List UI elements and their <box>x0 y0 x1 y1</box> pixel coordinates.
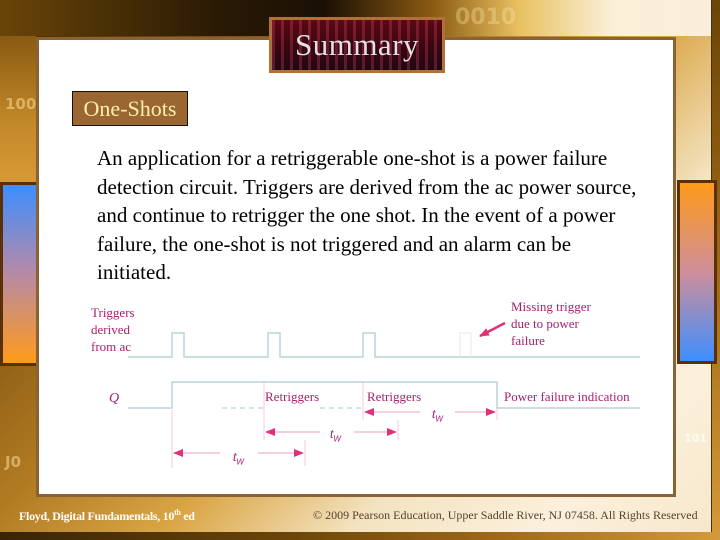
footer-book-credit: Floyd, Digital Fundamentals, 10th ed <box>19 508 195 524</box>
tw-subscript: W <box>236 457 244 467</box>
triggers-label-line: derived <box>91 322 130 337</box>
retriggers-label-2: Retriggers <box>367 389 422 404</box>
background-digits: 101 <box>684 432 707 445</box>
tw-label-3: tW <box>432 406 443 427</box>
body-paragraph: An application for a retriggerable one-s… <box>97 146 637 285</box>
section-label-text: One-Shots <box>83 95 177 121</box>
background-digits: J0 <box>5 453 22 471</box>
triggers-label-line: Triggers <box>91 305 135 320</box>
footer-edition-suffix: ed <box>180 509 195 523</box>
q-label: Q <box>109 391 120 406</box>
left-accent-bar <box>0 182 40 366</box>
missing-trigger-label: Missing trigger due to power failure <box>511 298 591 349</box>
right-accent-bar <box>677 180 717 364</box>
section-label: One-Shots <box>72 91 188 126</box>
missing-trigger-label-line: failure <box>511 333 545 348</box>
tw-subscript: W <box>435 414 443 424</box>
triggers-label: Triggers derived from ac <box>91 304 135 355</box>
tw-subscript: W <box>333 434 341 444</box>
power-failure-indication-label: Power failure indication <box>504 389 630 404</box>
tw-label-2: tW <box>330 426 341 447</box>
background-digits: 0010 <box>455 5 517 30</box>
footer-copyright: © 2009 Pearson Education, Upper Saddle R… <box>313 508 698 522</box>
missing-trigger-label-line: Missing trigger <box>511 299 591 314</box>
triggers-label-line: from ac <box>91 339 132 354</box>
missing-trigger-label-line: due to power <box>511 316 579 331</box>
retriggers-label-1: Retriggers <box>265 389 320 404</box>
tw-label-1: tW <box>233 449 244 470</box>
footer-book-title: Floyd, Digital Fundamentals, 10 <box>19 509 175 523</box>
slide-title-box: Summary <box>269 17 445 73</box>
slide-title: Summary <box>294 27 420 62</box>
background-bottom-band <box>0 532 720 540</box>
